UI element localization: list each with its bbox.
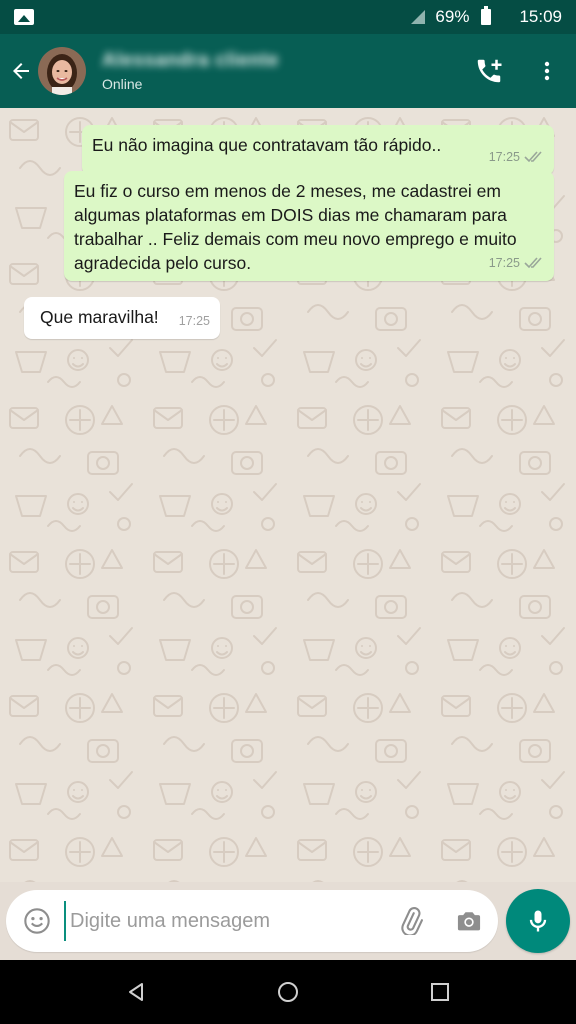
message-bubble-outgoing[interactable]: Eu não imagina que contratavam tão rápid… [82,125,554,175]
message-composer [6,890,498,952]
message-bubble-outgoing[interactable]: Eu fiz o curso em menos de 2 meses, me c… [64,171,554,281]
nav-back-icon [129,983,143,1001]
back-button[interactable] [2,34,40,108]
message-text: Que maravilha! [40,307,159,327]
attach-button[interactable] [382,890,440,952]
back-arrow-icon [13,63,29,79]
contact-name: Alessandra cliente [102,50,279,71]
avatar[interactable] [38,47,86,95]
more-vert-icon [544,61,550,81]
battery-percentage: 69% [435,7,470,26]
signal-icon [411,10,426,24]
add-call-icon [477,59,502,83]
mic-icon [529,910,547,932]
nav-recents-button[interactable] [410,960,470,1024]
message-text: Eu fiz o curso em menos de 2 meses, me c… [74,181,517,273]
battery-icon [481,6,492,25]
chat-area[interactable]: Eu não imagina que contratavam tão rápid… [0,108,576,882]
message-time: 17:25 [488,150,520,164]
double-check-icon [524,257,542,269]
double-check-icon [524,151,542,163]
camera-button[interactable] [440,890,498,952]
clock: 15:09 [519,7,562,26]
attach-icon [401,907,423,935]
message-time: 17:25 [178,314,210,328]
image-notification-icon [14,9,34,25]
message-time: 17:25 [488,256,520,270]
more-options-button[interactable] [518,34,576,108]
message-bubble-incoming[interactable]: Que maravilha! 17:25 [24,297,220,339]
emoji-icon [24,908,50,934]
camera-icon [457,912,481,931]
chat-header: Alessandra cliente Online [0,34,576,108]
nav-home-icon [278,982,298,1002]
contact-status: Online [102,76,143,92]
message-input[interactable] [64,901,382,941]
contact-info[interactable]: Alessandra cliente Online [102,50,279,92]
system-navigation-bar [0,960,576,1024]
message-text: Eu não imagina que contratavam tão rápid… [92,135,442,155]
nav-back-button[interactable] [106,960,166,1024]
nav-home-button[interactable] [258,960,318,1024]
emoji-button[interactable] [10,890,64,952]
voice-message-button[interactable] [506,889,570,953]
add-call-button[interactable] [460,34,518,108]
nav-recents-icon [431,983,449,1001]
status-bar: 69% 15:09 [0,0,576,34]
